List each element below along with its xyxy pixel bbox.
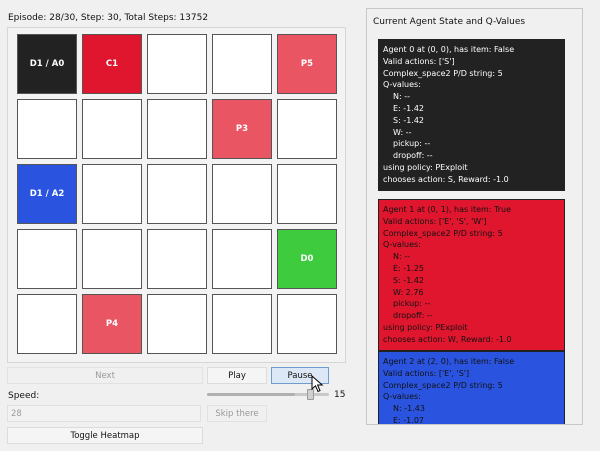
grid-cell-label: P3 [235, 124, 249, 134]
grid-cell-1-1 [82, 99, 142, 159]
grid-cell-3-1 [82, 229, 142, 289]
agent-info-line: chooses action: W, Reward: -1.0 [383, 334, 512, 344]
agent-info-line: W: 2.76 [393, 287, 424, 297]
grid-cell-4-2 [147, 294, 207, 354]
agent-info-line: Q-values: [383, 240, 421, 250]
grid-cell-1-4 [277, 99, 337, 159]
grid-cell-4-0 [17, 294, 77, 354]
agent-info-line: N: -- [393, 92, 410, 102]
agent-info-line: pickup: -- [393, 299, 431, 309]
step-input[interactable]: 28 [7, 405, 201, 422]
agent-info-line: E: -1.42 [393, 103, 424, 113]
grid-cell-3-3 [212, 229, 272, 289]
episode-status: Episode: 28/30, Step: 30, Total Steps: 1… [8, 13, 209, 23]
agent-info-line: S: -1.42 [393, 115, 425, 125]
grid-cell-3-2 [147, 229, 207, 289]
agent-info-line: using policy: PExploit [383, 162, 468, 172]
grid-cell-1-0 [17, 99, 77, 159]
agent-info-line: Valid actions: ['S'] [383, 56, 455, 66]
next-button[interactable]: Next [7, 367, 203, 384]
toggle-heatmap-button[interactable]: Toggle Heatmap [7, 427, 203, 444]
grid-cell-0-4: P5 [277, 34, 337, 94]
agent-info-line: E: -1.07 [393, 415, 424, 425]
grid-cell-2-0: D1 / A2 [17, 164, 77, 224]
grid-cell-2-4 [277, 164, 337, 224]
grid-cell-2-3 [212, 164, 272, 224]
grid-cell-label: D1 / A2 [29, 189, 65, 199]
agent-info-line: N: -- [393, 252, 410, 262]
agent-card-0: Agent 0 at (0, 0), has item: False Valid … [378, 39, 565, 191]
grid-cell-1-3: P3 [212, 99, 272, 159]
grid-cell-label: D1 / A0 [29, 59, 65, 69]
agent-info-line: chooses action: S, Reward: -1.0 [383, 174, 509, 184]
agent-info-line: Q-values: [383, 80, 421, 90]
panel-title: Current Agent State and Q-Values [373, 17, 526, 27]
grid-cell-4-3 [212, 294, 272, 354]
grid-cell-0-2 [147, 34, 207, 94]
agent-card-1: Agent 1 at (0, 1), has item: True Valid a… [378, 199, 565, 351]
agent-info-line: Q-values: [383, 392, 421, 402]
speed-label: Speed: [8, 391, 40, 401]
agent-info-line: using policy: PExploit [383, 322, 468, 332]
agent-info-line: Valid actions: ['E', 'S'] [383, 368, 470, 378]
grid-cell-3-4: D0 [277, 229, 337, 289]
agent-info-line: Complex_space2 P/D string: 5 [383, 228, 503, 238]
grid-world: D1 / A0 C1 P5 P3 D1 / A2 D0 P4 [7, 27, 346, 363]
play-button[interactable]: Play [207, 367, 267, 384]
agent-info-line: Complex_space2 P/D string: 5 [383, 68, 503, 78]
grid-cell-label: C1 [105, 59, 119, 69]
grid-cell-0-3 [212, 34, 272, 94]
agent-info-line: Agent 0 at (0, 0), has item: False [383, 45, 515, 54]
agent-info-line: S: -1.42 [393, 275, 425, 285]
agent-info-line: E: -1.25 [393, 263, 424, 273]
agent-info-line: pickup: -- [393, 139, 431, 149]
agent-info-line: Agent 1 at (0, 1), has item: True [383, 205, 512, 214]
grid-cell-3-0 [17, 229, 77, 289]
agent-info-line: Agent 2 at (2, 0), has item: False [383, 357, 515, 366]
agent-state-scroll-area[interactable]: Agent 0 at (0, 0), has item: False Valid … [368, 31, 580, 425]
grid-cell-4-4 [277, 294, 337, 354]
agent-info-line: dropoff: -- [393, 311, 433, 321]
grid-cell-0-1: C1 [82, 34, 142, 94]
grid-cell-label: D0 [300, 254, 314, 264]
agent-info-line: dropoff: -- [393, 151, 433, 161]
agent-state-panel: Current Agent State and Q-Values Agent 0… [366, 8, 583, 425]
grid-cell-1-2 [147, 99, 207, 159]
speed-slider[interactable] [207, 389, 329, 400]
speed-value: 15 [334, 390, 346, 400]
grid-cell-4-1: P4 [82, 294, 142, 354]
grid-cell-2-2 [147, 164, 207, 224]
speed-slider-fill [207, 393, 295, 396]
mouse-cursor-icon [311, 375, 324, 393]
agent-info-line: W: -- [393, 127, 412, 137]
grid-cell-label: P4 [105, 319, 119, 329]
skip-there-button[interactable]: Skip there [207, 405, 267, 422]
agent-info-line: N: -1.43 [393, 404, 425, 414]
grid-cell-0-0: D1 / A0 [17, 34, 77, 94]
agent-card-2: Agent 2 at (2, 0), has item: False Valid … [378, 351, 565, 425]
grid-cell-2-1 [82, 164, 142, 224]
agent-info-line: Valid actions: ['E', 'S', 'W'] [383, 216, 487, 226]
agent-info-line: Complex_space2 P/D string: 5 [383, 380, 503, 390]
grid-cell-label: P5 [300, 59, 314, 69]
